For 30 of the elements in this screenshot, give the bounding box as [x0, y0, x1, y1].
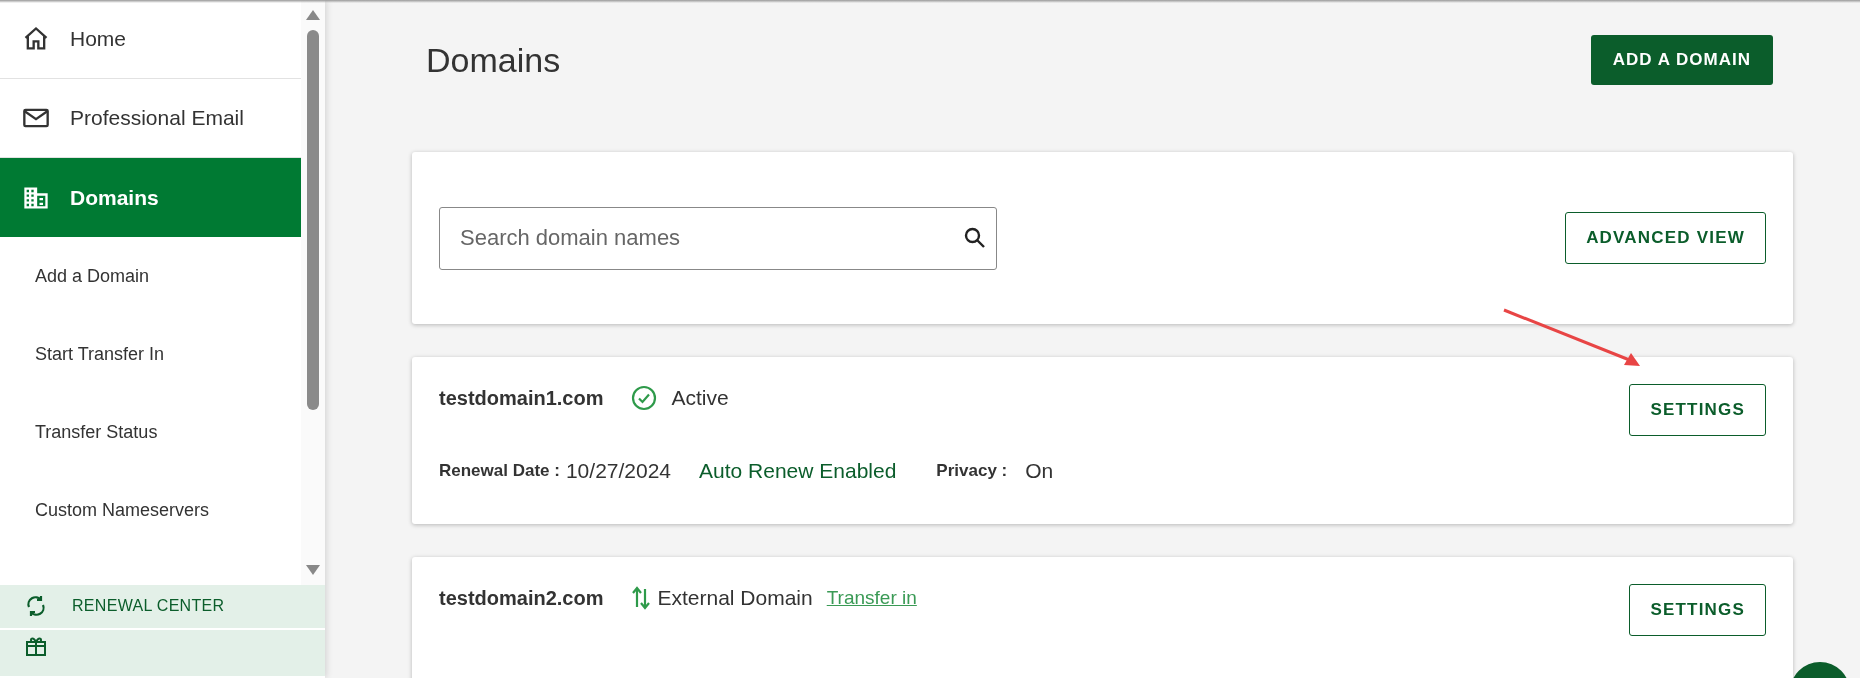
domain-name: testdomain1.com	[439, 386, 604, 410]
home-icon	[22, 25, 50, 53]
sidebar-footer-item[interactable]: RENEWAL CENTER	[0, 585, 325, 628]
up-down-arrows-icon	[631, 585, 652, 611]
renewal-date: 10/27/2024	[565, 459, 672, 483]
settings-button[interactable]: SETTINGS	[1629, 584, 1766, 636]
advanced-view-button[interactable]: ADVANCED VIEW	[1565, 212, 1766, 264]
check-circle-icon	[631, 385, 658, 411]
search-icon[interactable]	[963, 225, 987, 250]
page-title: Domains	[426, 40, 561, 80]
domain-status: External Domain	[657, 586, 813, 610]
sidebar-subitem[interactable]: Start Transfer In	[0, 315, 301, 393]
sidebar-item[interactable]: Domains	[0, 158, 301, 237]
scroll-up-icon[interactable]	[306, 10, 320, 20]
sidebar-subitem[interactable]: Custom Nameservers	[0, 471, 301, 549]
search-field[interactable]: Search domain names	[439, 206, 997, 270]
renewal-date-label: Renewal Date :	[439, 461, 560, 481]
auto-renew-status: Auto Renew Enabled	[699, 459, 897, 483]
sidebar-subitem[interactable]: Transfer Status	[0, 393, 301, 471]
transfer-in-link[interactable]: Transfer in	[826, 587, 917, 609]
scrollbar-thumb[interactable]	[307, 30, 319, 410]
sidebar-subitem[interactable]: Add a Domain	[0, 237, 301, 315]
domain-name: testdomain2.com	[439, 586, 604, 610]
privacy-value: On	[1025, 459, 1054, 483]
settings-button[interactable]: SETTINGS	[1629, 384, 1766, 436]
refresh-icon	[24, 594, 48, 619]
domain-status: Active	[671, 386, 729, 410]
scroll-down-icon[interactable]	[306, 565, 320, 575]
add-domain-button[interactable]: ADD A DOMAIN	[1590, 35, 1773, 85]
privacy-label: Privacy :	[936, 461, 1008, 481]
